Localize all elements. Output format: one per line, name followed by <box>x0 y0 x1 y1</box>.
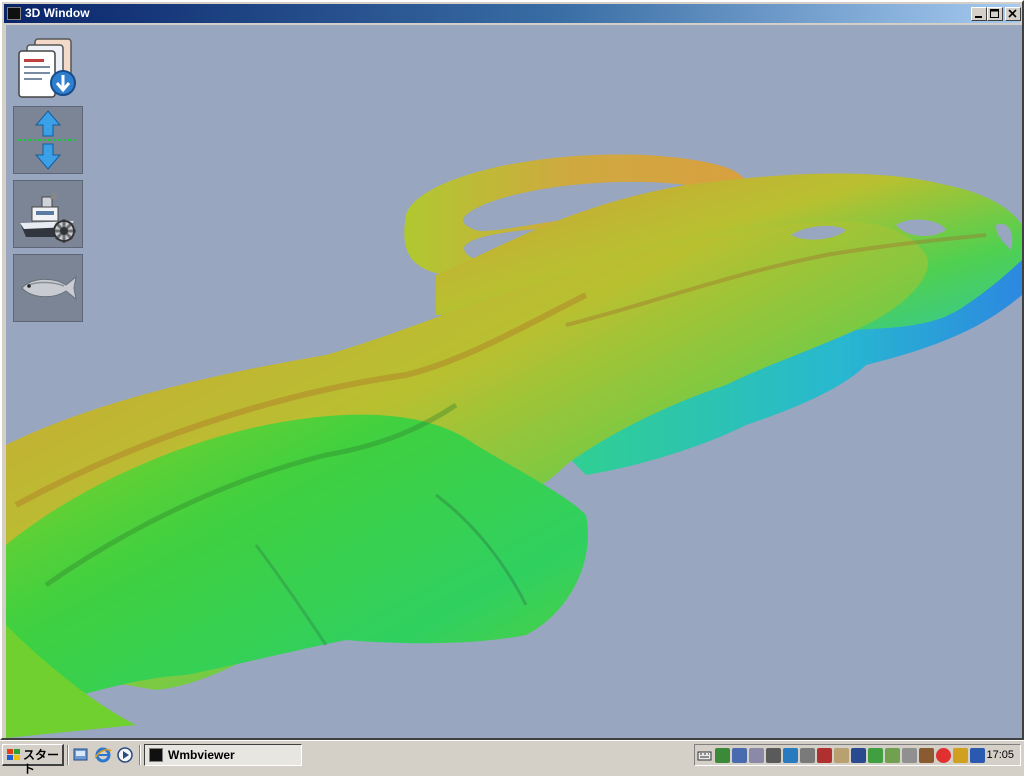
tray-icon-14[interactable] <box>936 748 951 763</box>
app-icon[interactable] <box>7 7 21 20</box>
app-icon <box>149 748 163 762</box>
tray-icon-3[interactable] <box>749 748 764 763</box>
maximize-icon <box>990 9 999 18</box>
task-label: Wmbviewer <box>168 748 235 762</box>
start-button[interactable]: スタート <box>2 744 64 776</box>
title-bar[interactable]: 3D Window <box>4 4 1021 23</box>
task-button-wmbviewer[interactable]: Wmbviewer <box>144 744 302 766</box>
tray-icon-4[interactable] <box>766 748 781 763</box>
tray-icon-13[interactable] <box>919 748 934 763</box>
tray-icon-5[interactable] <box>783 748 798 763</box>
ship-settings-button[interactable] <box>13 180 83 248</box>
tray-icon-2[interactable] <box>732 748 747 763</box>
documents-download-icon <box>18 38 76 98</box>
tray-icon-7[interactable] <box>817 748 832 763</box>
windows-logo-icon <box>7 749 20 760</box>
system-tray: 17:05 <box>694 744 1021 766</box>
maximize-button[interactable] <box>987 7 1003 21</box>
minimize-icon <box>975 16 982 18</box>
vertical-exaggeration-button[interactable] <box>13 106 83 174</box>
load-data-button[interactable] <box>13 33 83 101</box>
vertical-exaggeration-arrows-icon <box>18 110 78 170</box>
tray-icon-10[interactable] <box>868 748 883 763</box>
tray-icon-8[interactable] <box>834 748 849 763</box>
keyboard-icon[interactable] <box>697 748 712 763</box>
internet-explorer-icon[interactable] <box>94 746 112 764</box>
window-title: 3D Window <box>25 6 90 20</box>
tray-icon-11[interactable] <box>885 748 900 763</box>
close-button[interactable] <box>1005 7 1021 21</box>
fish-icon <box>21 275 77 301</box>
media-player-icon[interactable] <box>116 746 134 764</box>
taskbar-separator <box>67 745 69 765</box>
desktop-icon[interactable] <box>72 746 90 764</box>
tray-icon-12[interactable] <box>902 748 917 763</box>
tray-icon-9[interactable] <box>851 748 866 763</box>
fish-finder-button[interactable] <box>13 254 83 322</box>
taskbar-clock[interactable]: 17:05 <box>986 749 1014 762</box>
main-window: 3D Window <box>0 0 1024 740</box>
close-icon <box>1008 9 1017 18</box>
bathymetry-terrain[interactable] <box>6 25 1022 738</box>
taskbar: スタート Wmbviewer 17:05 <box>0 740 1024 776</box>
tray-icon-1[interactable] <box>715 748 730 763</box>
minimize-button[interactable] <box>971 7 987 21</box>
ship-settings-icon <box>20 191 76 243</box>
tray-icon-6[interactable] <box>800 748 815 763</box>
tray-icon-16[interactable] <box>970 748 985 763</box>
3d-viewport[interactable] <box>6 25 1022 738</box>
start-label: スタート <box>23 748 60 776</box>
taskbar-separator <box>139 745 141 765</box>
tray-icon-15[interactable] <box>953 748 968 763</box>
